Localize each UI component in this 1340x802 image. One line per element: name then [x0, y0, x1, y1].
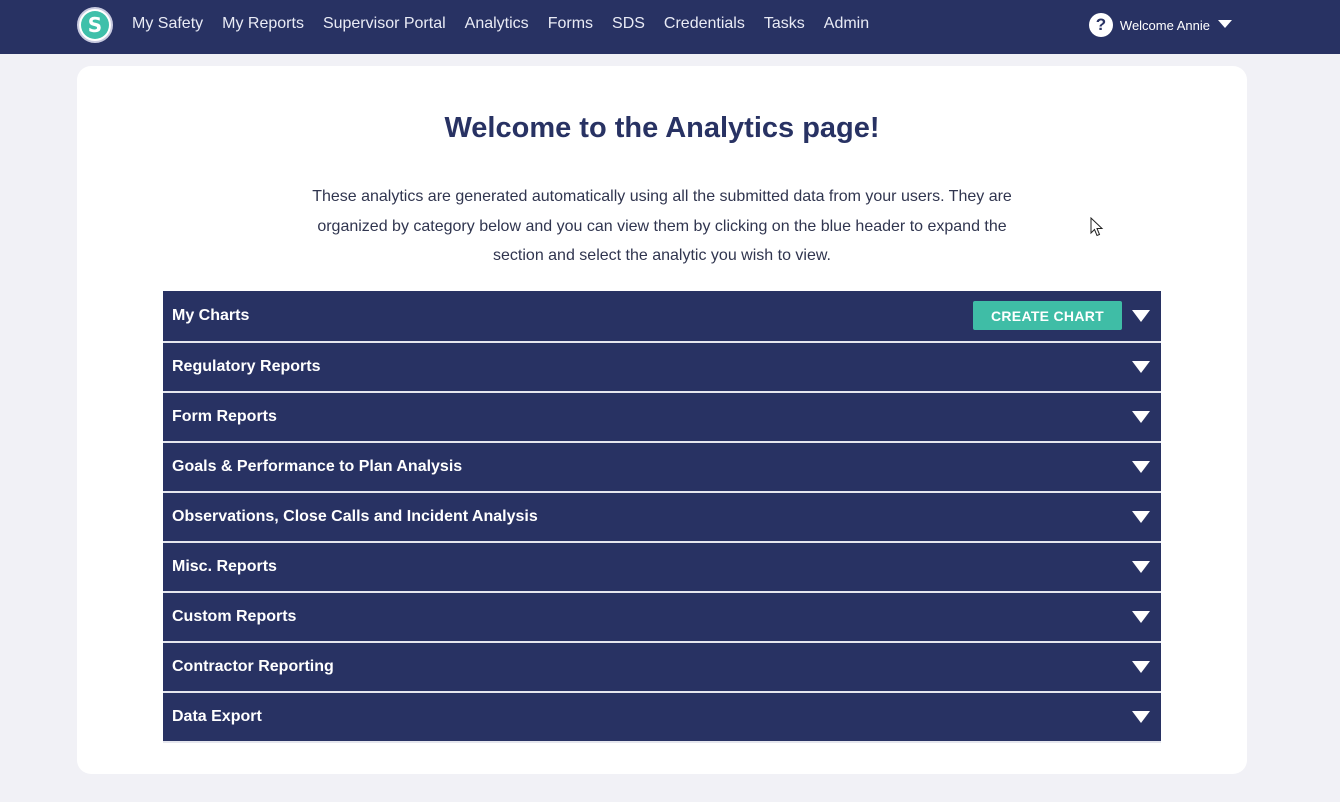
create-chart-button[interactable]: CREATE CHART — [973, 301, 1122, 330]
app-logo[interactable]: S — [77, 7, 113, 43]
chevron-down-icon[interactable] — [1218, 20, 1232, 28]
accordion-header-data-export[interactable]: Data Export — [163, 693, 1161, 743]
accordion-label: Observations, Close Calls and Incident A… — [172, 508, 538, 525]
accordion-label: Data Export — [172, 708, 262, 725]
accordion-label: Custom Reports — [172, 608, 297, 625]
page-title: Welcome to the Analytics page! — [444, 112, 880, 144]
accordion-header-my-charts[interactable]: My Charts CREATE CHART — [163, 291, 1161, 343]
accordion-label: My Charts — [172, 307, 250, 324]
analytics-accordion: My Charts CREATE CHART Regulatory Report… — [163, 291, 1161, 743]
accordion-label: Form Reports — [172, 408, 277, 425]
accordion-header-form-reports[interactable]: Form Reports — [163, 393, 1161, 443]
accordion-label: Misc. Reports — [172, 558, 277, 575]
accordion-header-goals-performance[interactable]: Goals & Performance to Plan Analysis — [163, 443, 1161, 493]
nav-item-forms[interactable]: Forms — [548, 15, 593, 33]
accordion-header-custom-reports[interactable]: Custom Reports — [163, 593, 1161, 643]
user-menu[interactable]: ? Welcome Annie — [1088, 12, 1232, 38]
nav-item-admin[interactable]: Admin — [824, 15, 869, 33]
nav-item-my-reports[interactable]: My Reports — [222, 15, 304, 33]
mouse-cursor-icon — [1090, 217, 1104, 237]
nav-item-analytics[interactable]: Analytics — [465, 15, 529, 33]
expand-caret-icon[interactable] — [1132, 611, 1150, 623]
analytics-card: Welcome to the Analytics page! These ana… — [77, 66, 1247, 774]
accordion-header-misc-reports[interactable]: Misc. Reports — [163, 543, 1161, 593]
accordion-header-observations[interactable]: Observations, Close Calls and Incident A… — [163, 493, 1161, 543]
nav-item-sds[interactable]: SDS — [612, 15, 645, 33]
welcome-user-label[interactable]: Welcome Annie — [1120, 18, 1210, 33]
help-icon[interactable]: ? — [1088, 13, 1113, 37]
top-navigation-bar: S My Safety My Reports Supervisor Portal… — [0, 0, 1340, 54]
expand-caret-icon[interactable] — [1132, 461, 1150, 473]
accordion-header-regulatory-reports[interactable]: Regulatory Reports — [163, 343, 1161, 393]
logo-icon: S — [81, 11, 109, 39]
accordion-label: Goals & Performance to Plan Analysis — [172, 458, 463, 475]
accordion-label: Contractor Reporting — [172, 658, 334, 675]
nav-item-tasks[interactable]: Tasks — [764, 15, 805, 33]
page-intro: These analytics are generated automatica… — [312, 188, 1012, 264]
expand-caret-icon[interactable] — [1132, 661, 1150, 673]
expand-caret-icon[interactable] — [1132, 411, 1150, 423]
expand-caret-icon[interactable] — [1132, 310, 1150, 322]
main-nav: My Safety My Reports Supervisor Portal A… — [132, 0, 888, 48]
accordion-header-contractor-reporting[interactable]: Contractor Reporting — [163, 643, 1161, 693]
expand-caret-icon[interactable] — [1132, 711, 1150, 723]
accordion-label: Regulatory Reports — [172, 358, 321, 375]
expand-caret-icon[interactable] — [1132, 561, 1150, 573]
expand-caret-icon[interactable] — [1132, 511, 1150, 523]
expand-caret-icon[interactable] — [1132, 361, 1150, 373]
nav-item-credentials[interactable]: Credentials — [664, 15, 745, 33]
nav-item-supervisor-portal[interactable]: Supervisor Portal — [323, 15, 446, 33]
nav-item-my-safety[interactable]: My Safety — [132, 15, 203, 33]
